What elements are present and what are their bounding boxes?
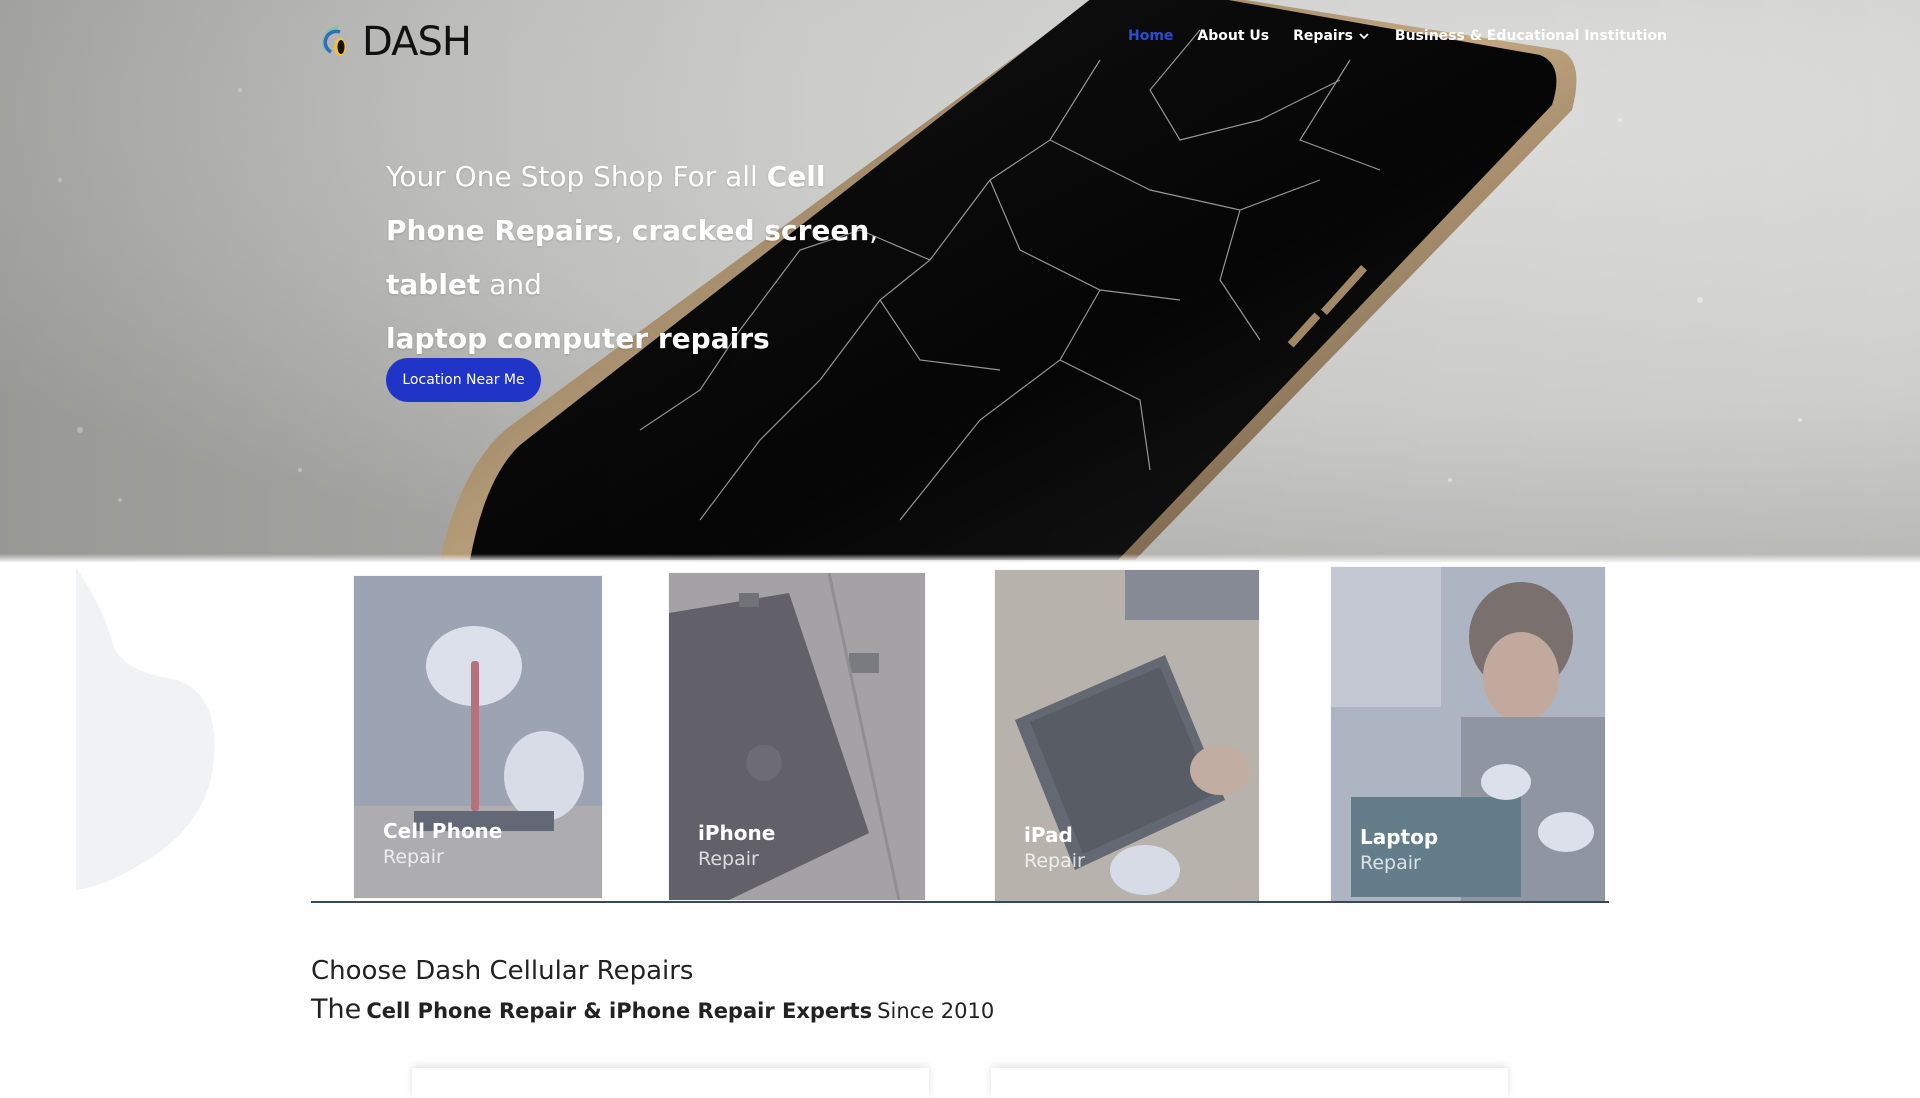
headline-part: ,: [869, 214, 879, 247]
headline-part-bold: tablet: [386, 268, 481, 301]
logo-text: DASH: [362, 19, 472, 65]
why-subheading: The Cell Phone Repair & iPhone Repair Ex…: [311, 994, 994, 1025]
chevron-down-icon: [1359, 33, 1369, 40]
hero-bottom-edge: [0, 554, 1920, 562]
hero-section: DASH Home About Us Repairs Business & Ed…: [0, 0, 1920, 562]
nav-item-repairs[interactable]: Repairs: [1293, 28, 1369, 44]
service-card-subtitle: Repair: [1024, 850, 1085, 872]
headline-part: ,: [613, 214, 632, 247]
decorative-blob-shape: [76, 568, 215, 890]
service-card-laptop[interactable]: Laptop Repair: [1331, 567, 1605, 902]
cards-divider: [311, 901, 1609, 903]
nav-item-home[interactable]: Home: [1128, 28, 1173, 44]
service-card-title: iPhone: [698, 821, 776, 845]
service-card-cell-phone[interactable]: Cell Phone Repair: [354, 576, 602, 898]
why-sub-suffix: Since 2010: [877, 999, 995, 1023]
hero-headline: Your One Stop Shop For all Cell Phone Re…: [386, 150, 926, 366]
service-card-ipad[interactable]: iPad Repair: [995, 570, 1259, 902]
nav-item-business-educational[interactable]: Business & Educational Institution: [1395, 28, 1667, 44]
feature-box: [991, 1068, 1508, 1098]
headline-part-bold: cracked screen: [631, 214, 870, 247]
headline-part: and: [480, 268, 542, 301]
service-card-title: Laptop: [1360, 825, 1439, 849]
service-card-title: Cell Phone: [383, 819, 503, 843]
dash-logo-icon: [322, 26, 346, 56]
nav-item-about-us[interactable]: About Us: [1197, 28, 1269, 44]
why-heading: Choose Dash Cellular Repairs: [311, 956, 694, 986]
why-sub-bold: Cell Phone Repair & iPhone Repair Expert…: [366, 999, 873, 1023]
service-card-iphone[interactable]: iPhone Repair: [669, 573, 925, 900]
hero-overlay: [0, 0, 1920, 562]
service-card-subtitle: Repair: [383, 846, 444, 868]
headline-part-bold: laptop computer repairs: [386, 322, 770, 355]
service-card-title: iPad: [1024, 823, 1073, 847]
service-card-subtitle: Repair: [1360, 852, 1421, 874]
location-near-me-button[interactable]: Location Near Me: [386, 358, 541, 402]
feature-box: [412, 1068, 929, 1098]
main-nav: Home About Us Repairs Business & Educati…: [1128, 28, 1667, 44]
why-sub-prefix: The: [311, 994, 362, 1025]
service-card-subtitle: Repair: [698, 848, 759, 870]
site-logo[interactable]: DASH: [318, 19, 472, 65]
headline-part: Your One Stop Shop For all: [386, 160, 767, 193]
nav-item-repairs-label: Repairs: [1293, 28, 1353, 44]
